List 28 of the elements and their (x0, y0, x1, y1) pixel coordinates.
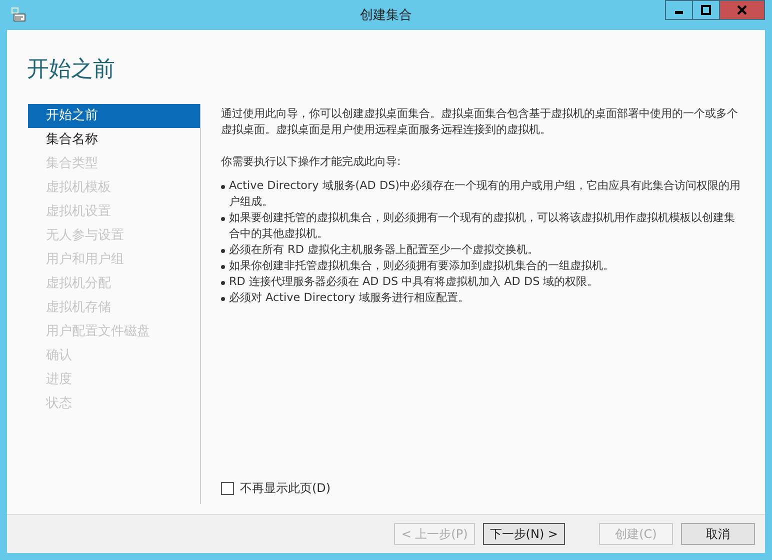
requirement-text: 如果要创建托管的虚拟机集合，则必须拥有一个现有的虚拟机，可以将该虚拟机用作虚拟机模板以创建集合中的其他虚拟机。 (229, 210, 736, 242)
page-heading: 开始之前 (27, 56, 116, 84)
wizard-button[interactable]: 下一步(N) > (482, 523, 565, 545)
checkbox[interactable] (221, 482, 234, 494)
checkbox-label: 不再显示此页(D) (240, 480, 331, 496)
bullet-icon (221, 265, 225, 269)
requirement-text: 如果你创建非托管虚拟机集合，则必须拥有要添加到虚拟机集合的一组虚拟机。 (229, 258, 614, 274)
requirement-text: Active Directory 域服务(AD DS)中必须存在一个现有的用户或用户组，它由应具有此集合访问权限的用户组成。 (229, 178, 741, 210)
minimize-button[interactable] (665, 0, 693, 20)
bullet-icon (221, 297, 225, 301)
close-icon (737, 5, 747, 15)
bullet-icon (221, 249, 225, 253)
intro-paragraph: 通过使用此向导，你可以创建虚拟桌面集合。虚拟桌面集合包含基于虚拟机的桌面部署中使用的一个或多个虚拟桌面。虚拟桌面是用户使用远程桌面服务远程连接到的虚拟机。 (221, 106, 739, 138)
requirements-title: 你需要执行以下操作才能完成此向导: (221, 154, 402, 170)
requirement-text: RD 连接代理服务器必须在 AD DS 中具有将虚拟机加入 AD DS 域的权限。 (229, 274, 598, 290)
window-title: 创建集合 (360, 7, 412, 24)
maximize-icon (701, 5, 711, 15)
bullet-icon (221, 281, 225, 285)
window-app-icon (11, 7, 27, 23)
wizard-button[interactable]: 取消 (681, 523, 755, 545)
requirement-text: 必须在所有 RD 虚拟化主机服务器上配置至少一个虚拟交换机。 (229, 242, 539, 258)
bullet-icon (221, 185, 225, 189)
wizard-step[interactable]: 集合名称 (28, 128, 200, 152)
bullet-icon (221, 217, 225, 221)
requirement-text: 必须对 Active Directory 域服务进行相应配置。 (229, 290, 469, 306)
close-button[interactable] (719, 0, 765, 20)
wizard-step[interactable]: 开始之前 (28, 104, 200, 128)
maximize-button[interactable] (692, 0, 720, 20)
